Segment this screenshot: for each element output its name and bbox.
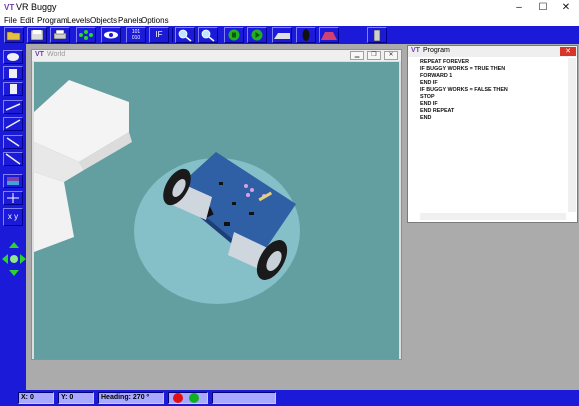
code-line: REPEAT FOREVER (420, 59, 470, 65)
world-close-button[interactable]: ✕ (384, 51, 398, 60)
binary-icon[interactable]: 101 010 (126, 27, 146, 43)
object-sidebar: x y (0, 44, 26, 390)
line-tool-4-icon[interactable] (3, 152, 23, 166)
program-titlebar[interactable]: VT Program (408, 46, 577, 57)
open-folder-icon[interactable] (4, 27, 24, 43)
world-window: VT World ▁ ❐ ✕ (31, 49, 402, 360)
led-component (244, 184, 248, 188)
world-titlebar[interactable]: VT World ▁ ❐ ✕ (32, 50, 401, 61)
tall-block-icon[interactable] (3, 82, 23, 96)
menu-levels[interactable]: Levels (67, 16, 90, 25)
code-line: END (420, 115, 432, 121)
status-bar: X: 0 Y: 0 Heading: 270 º (0, 390, 579, 406)
record-indicator-icon[interactable] (173, 393, 183, 403)
arrow-down-icon[interactable] (9, 270, 19, 276)
y-coordinate-field: Y: 0 (58, 392, 94, 404)
component (232, 202, 236, 205)
heading-label: Heading: (101, 394, 131, 401)
code-line: END REPEAT (420, 108, 455, 114)
direction-pad (2, 242, 26, 276)
if-label: IF (155, 30, 163, 39)
if-icon[interactable]: IF (149, 27, 169, 43)
cylinder-icon[interactable] (3, 66, 23, 80)
ramp-icon[interactable] (319, 27, 339, 43)
program-close-button[interactable]: ✕ (560, 47, 576, 56)
code-line: STOP (420, 94, 435, 100)
code-line: END IF (420, 80, 438, 86)
network-icon[interactable] (76, 27, 96, 43)
zoom-out-icon[interactable] (198, 27, 218, 43)
stop-icon[interactable] (224, 27, 244, 43)
component (249, 212, 254, 215)
zoom-in-icon[interactable] (175, 27, 195, 43)
toolbar: 101 010 IF (0, 26, 579, 44)
heading-value: 270 º (132, 394, 150, 401)
menu-panels[interactable]: Panels (118, 16, 142, 25)
code-line: FORWARD 1 (420, 73, 453, 79)
x-coordinate-field: X: 0 (18, 392, 54, 404)
component (224, 222, 230, 226)
block-icon[interactable] (3, 50, 23, 64)
world-logo-icon: VT (35, 51, 44, 58)
line-tool-2-icon[interactable] (3, 117, 23, 131)
arrow-left-icon[interactable] (2, 254, 8, 264)
code-line: IF BUGGY WORKS = FALSE THEN (420, 87, 508, 93)
vertical-scrollbar[interactable] (568, 58, 576, 212)
line-tool-1-icon[interactable] (3, 100, 23, 114)
heading-field: Heading: 270 º (98, 392, 164, 404)
app-logo-icon: VT (4, 3, 15, 12)
menu-objects[interactable]: Objects (90, 16, 117, 25)
binary-label: 101 010 (131, 29, 141, 41)
print-icon[interactable] (50, 27, 70, 43)
menu-options[interactable]: Options (141, 16, 169, 25)
eye-icon[interactable] (101, 27, 121, 43)
minimize-button[interactable]: – (506, 0, 532, 16)
save-icon[interactable] (27, 27, 47, 43)
horizontal-scrollbar[interactable] (420, 213, 566, 220)
program-logo-icon: VT (411, 47, 420, 54)
title-bar: VT VR Buggy – ☐ ✕ (0, 0, 579, 16)
code-line: IF BUGGY WORKS = TRUE THEN (420, 66, 506, 72)
close-button[interactable]: ✕ (553, 0, 579, 16)
program-code-editor[interactable]: REPEAT FOREVER IF BUGGY WORKS = TRUE THE… (420, 59, 568, 209)
world-title: World (47, 51, 66, 58)
component (219, 182, 223, 185)
flat-surface-icon[interactable] (272, 27, 292, 43)
menu-edit[interactable]: Edit (20, 16, 34, 25)
menu-program[interactable]: Program (37, 16, 68, 25)
line-tool-3-icon[interactable] (3, 135, 23, 149)
world-restore-button[interactable]: ❐ (367, 51, 381, 60)
menu-bar: File Edit Program Levels Objects Panels … (0, 16, 579, 26)
arrow-up-icon[interactable] (9, 242, 19, 248)
xy-label: x y (7, 212, 19, 221)
crosshair-icon[interactable] (3, 191, 23, 205)
program-title: Program (423, 47, 450, 54)
pad-center-icon[interactable] (10, 255, 18, 263)
door-icon[interactable] (367, 27, 387, 43)
play-icon[interactable] (247, 27, 267, 43)
menu-file[interactable]: File (4, 16, 17, 25)
program-window: VT Program ✕ REPEAT FOREVER IF BUGGY WOR… (407, 45, 578, 223)
led-component (246, 193, 250, 197)
world-minimize-button[interactable]: ▁ (350, 51, 364, 60)
texture-icon[interactable] (3, 174, 23, 188)
toolbar-separator (172, 28, 173, 42)
world-3d-scene[interactable] (34, 62, 399, 359)
xy-icon[interactable]: x y (3, 208, 23, 226)
window-title: VR Buggy (16, 2, 57, 12)
led-component (250, 188, 254, 192)
code-line: END IF (420, 101, 438, 107)
status-message-field (212, 392, 276, 404)
wheel-icon[interactable] (296, 27, 316, 43)
go-indicator-icon[interactable] (189, 393, 199, 403)
